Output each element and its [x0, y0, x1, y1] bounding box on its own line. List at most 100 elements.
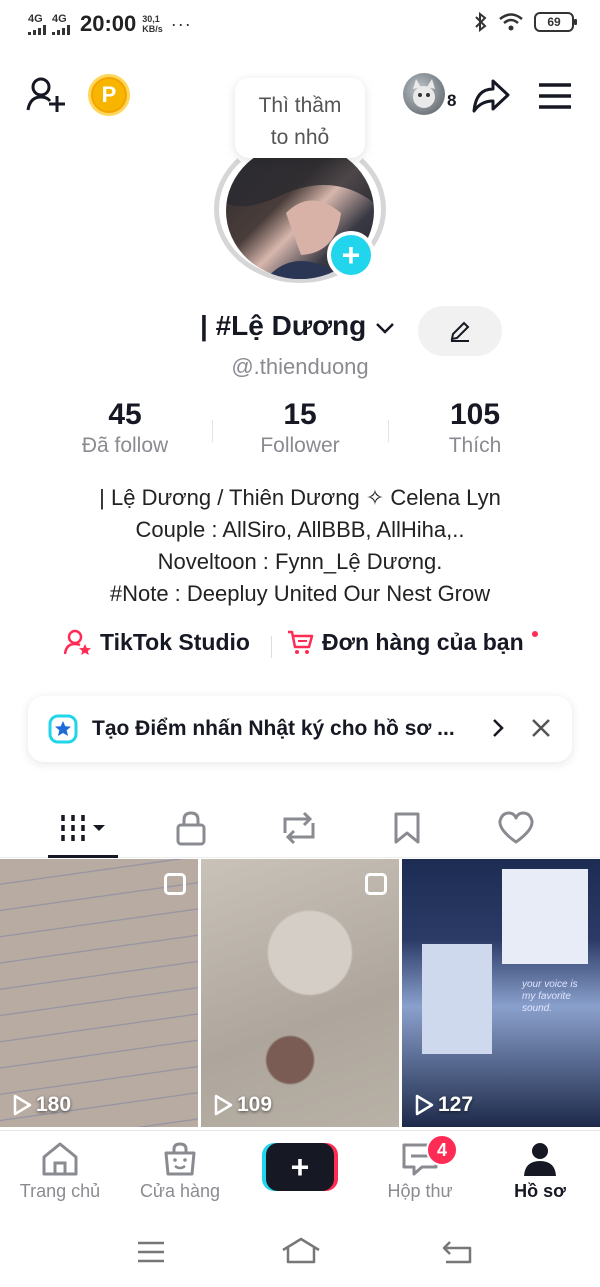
tab-reposts[interactable]	[249, 800, 349, 856]
system-navigation-bar	[0, 1222, 600, 1287]
share-icon	[472, 79, 510, 113]
pencil-icon	[450, 321, 470, 342]
bluetooth-icon	[475, 12, 487, 32]
friend-count: 8	[447, 91, 457, 110]
bio-line: | Lệ Dương / Thiên Dương ✧ Celena Lyn	[99, 485, 501, 510]
likes-stat[interactable]: 105 Thích	[385, 398, 565, 458]
followers-count: 15	[283, 398, 317, 431]
hamburger-menu-icon	[539, 83, 571, 109]
tools-divider	[271, 636, 272, 658]
video-grid: 180 109 your voice is my favorite sound.…	[0, 859, 600, 1129]
speed-value: 30,1	[142, 14, 160, 24]
following-label: Đã follow	[81, 434, 169, 457]
chevron-down-icon	[376, 322, 394, 334]
inbox-unread-badge: 4	[426, 1134, 458, 1166]
video-thumbnail[interactable]: 109	[201, 859, 399, 1127]
close-icon[interactable]	[530, 717, 552, 739]
edit-profile-button[interactable]	[418, 306, 502, 356]
shopping-bag-icon	[164, 1142, 196, 1176]
friend-avatar	[403, 73, 445, 115]
heart-icon	[498, 811, 534, 844]
display-name-switcher[interactable]: | #Lệ Dương	[200, 310, 396, 342]
bio-line: Couple : AllSiro, AllBBB, AllHiha,..	[135, 517, 465, 542]
tab-liked[interactable]	[466, 800, 566, 856]
wifi-icon	[499, 13, 523, 31]
notification-dot	[532, 631, 538, 637]
menu-button[interactable]	[535, 76, 575, 116]
create-button[interactable]: +	[262, 1143, 338, 1191]
add-story-button[interactable]: +	[327, 231, 375, 279]
highlight-suggestion-banner[interactable]: Tạo Điểm nhấn Nhật ký cho hồ sơ ...	[28, 696, 572, 762]
likes-label: Thích	[448, 434, 502, 457]
multi-photo-icon	[365, 873, 387, 895]
signal-indicator-2: 4G	[52, 12, 70, 35]
tab-videos[interactable]	[35, 800, 135, 856]
your-orders-label: Đơn hàng của bạn	[322, 628, 524, 655]
artwork-caption: your voice is my favorite sound.	[522, 979, 578, 1014]
chevron-right-icon[interactable]	[490, 716, 506, 740]
star-badge-icon	[48, 714, 78, 744]
video-thumbnail[interactable]: your voice is my favorite sound. 127	[402, 859, 600, 1127]
display-name: | #Lệ Dương	[200, 310, 367, 341]
nav-profile[interactable]: Hồ sơ	[480, 1141, 600, 1202]
nav-home[interactable]: Trang chủ	[0, 1141, 120, 1202]
video-thumbnail[interactable]: 180	[0, 859, 198, 1127]
nav-home-label: Trang chủ	[19, 1181, 101, 1201]
bio-line: Noveltoon : Fynn_Lệ Dương.	[157, 549, 443, 574]
profile-person-icon	[524, 1143, 556, 1176]
note-tooltip[interactable]: Thì thầm to nhỏ	[235, 78, 365, 158]
view-count-value: 180	[36, 1093, 72, 1116]
active-tab-indicator	[48, 855, 118, 858]
share-profile-button[interactable]	[469, 74, 513, 118]
tiktok-studio-label: TikTok Studio	[100, 628, 250, 655]
nav-inbox[interactable]: Hộp thư	[360, 1141, 480, 1202]
note-line-1: Thì thầm	[258, 94, 342, 117]
multi-photo-icon	[164, 873, 186, 895]
status-bar: 4G 4G 20:00 30,1 KB/s ··· 69	[0, 0, 600, 48]
username-handle: @.thienduong	[231, 354, 369, 379]
recent-apps-icon[interactable]	[136, 1240, 166, 1264]
tab-favorites[interactable]	[357, 800, 457, 856]
play-icon	[214, 1094, 233, 1116]
nav-shop[interactable]: Cửa hàng	[120, 1141, 240, 1202]
network-speed: 30,1 KB/s	[142, 14, 163, 34]
network-type-label: 4G	[28, 12, 43, 25]
play-icon	[13, 1094, 32, 1116]
artwork-panel	[422, 944, 492, 1054]
studio-person-icon	[64, 629, 91, 655]
network-type-label: 4G	[52, 12, 67, 25]
tab-private[interactable]	[141, 800, 241, 856]
likes-count: 105	[449, 398, 501, 431]
following-stat[interactable]: 45 Đã follow	[35, 398, 215, 458]
home-button-icon[interactable]	[280, 1236, 322, 1266]
view-count: 109	[213, 1093, 272, 1117]
name-row: | #Lệ Dương	[0, 306, 600, 356]
signal-indicator-1: 4G	[28, 12, 46, 35]
add-friend-button[interactable]	[24, 73, 68, 117]
coins-button[interactable]: P	[88, 74, 130, 116]
followers-label: Follower	[260, 434, 340, 457]
lock-icon	[176, 811, 206, 846]
following-count: 45	[108, 398, 142, 431]
battery-icon: 69	[534, 12, 577, 32]
repost-icon	[283, 811, 315, 845]
nav-profile-label: Hồ sơ	[514, 1181, 566, 1201]
view-count: 127	[414, 1093, 473, 1117]
view-count: 180	[12, 1093, 71, 1117]
speed-unit: KB/s	[142, 24, 163, 34]
profile-stats: 45 Đã follow 15 Follower 105 Thích	[0, 398, 600, 468]
your-orders-link[interactable]: Đơn hàng của bạn	[286, 628, 524, 656]
tiktok-studio-link[interactable]: TikTok Studio	[64, 628, 250, 656]
creator-tools-row: TikTok Studio Đơn hàng của bạn	[0, 628, 600, 668]
back-button-icon[interactable]	[440, 1238, 474, 1266]
bottom-navigation: Trang chủ Cửa hàng + Hộp thư Hồ sơ	[0, 1130, 600, 1216]
friends-stories-button[interactable]: 8	[403, 73, 456, 115]
coin-icon: P	[88, 74, 130, 116]
artwork-panel	[502, 869, 588, 964]
followers-stat[interactable]: 15 Follower	[210, 398, 390, 458]
view-count-value: 109	[237, 1093, 273, 1116]
bio-line: #Note : Deepluy United Our Nest Grow	[109, 581, 491, 606]
profile-bio: | Lệ Dương / Thiên Dương ✧ Celena Lyn Co…	[0, 482, 600, 610]
content-tabs	[0, 800, 600, 858]
video-grid-icon	[61, 815, 105, 841]
